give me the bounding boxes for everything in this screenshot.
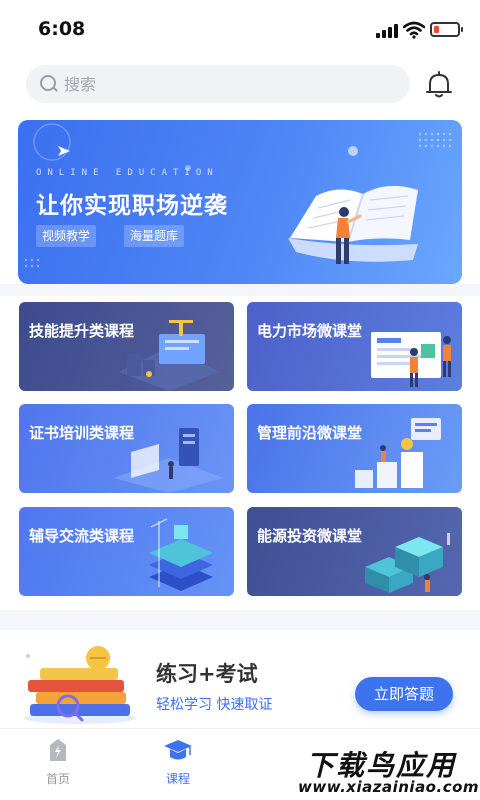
tab-label: 课程 [165, 772, 190, 786]
tab-courses[interactable]: 课程 [138, 737, 218, 787]
energy-illustration [365, 533, 450, 593]
course-card-label: 能源投资微课堂 [257, 527, 363, 545]
tab-label: 首页 [45, 772, 70, 786]
power-market-illustration [371, 332, 451, 387]
wifi-icon [403, 21, 425, 39]
tutoring-illustration [149, 518, 213, 591]
promo-subtitle: 轻松学习 快速取证 [156, 697, 273, 713]
banner-eyebrow: ONLINE EDUCATION [36, 168, 219, 178]
course-card-certificate[interactable]: 证书培训类课程 [19, 404, 234, 493]
skills-illustration [119, 320, 219, 391]
books-illustration [24, 646, 136, 724]
promo-title: 练习+考试 [156, 662, 258, 686]
course-card-management[interactable]: 管理前沿微课堂 [247, 404, 462, 493]
course-card-tutoring[interactable]: 辅导交流类课程 [19, 507, 234, 596]
banner-title: 让你实现职场逆袭 [36, 193, 228, 219]
search-bar[interactable] [26, 65, 410, 103]
home-icon [50, 739, 66, 761]
course-card-label: 电力市场微课堂 [257, 322, 363, 340]
course-card-power-market[interactable]: 电力市场微课堂 [247, 302, 462, 391]
section-divider [0, 284, 480, 296]
course-card-label: 技能提升类课程 [29, 322, 135, 340]
course-card-label: 证书培训类课程 [29, 424, 135, 442]
bell-icon[interactable] [422, 68, 456, 102]
course-card-label: 管理前沿微课堂 [257, 424, 363, 442]
certificate-illustration [114, 428, 224, 493]
course-card-label: 辅导交流类课程 [29, 527, 135, 545]
search-input[interactable] [64, 74, 384, 94]
status-bar: 6:08 [0, 0, 480, 56]
course-card-energy[interactable]: 能源投资微课堂 [247, 507, 462, 596]
management-illustration [355, 418, 441, 488]
course-card-skills[interactable]: 技能提升类课程 [19, 302, 234, 391]
cellular-signal-icon [376, 24, 398, 38]
battery-icon [430, 22, 463, 37]
start-quiz-button[interactable]: 立即答题 [355, 677, 453, 711]
banner-tag-video: 视频教学 [36, 225, 97, 247]
tab-home[interactable]: 首页 [18, 737, 98, 787]
status-time: 6:08 [38, 18, 86, 40]
banner-tag-questions: 海量题库 [124, 225, 185, 247]
graduation-cap-icon [164, 740, 192, 760]
watermark-url: www.xiazainiao.com [298, 778, 480, 796]
search-icon [40, 75, 58, 93]
section-divider [0, 610, 480, 630]
site-watermark: 下载鸟应用 www.xiazainiao.com [290, 740, 480, 798]
